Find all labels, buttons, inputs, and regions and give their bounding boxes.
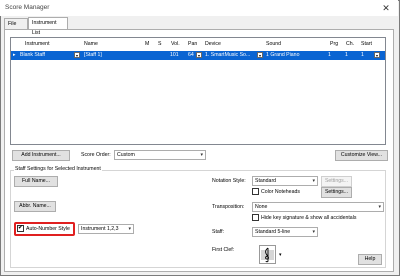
- add-instrument-button[interactable]: Add Instrument...: [12, 150, 70, 161]
- chevron-down-icon: ▾: [378, 204, 381, 210]
- staff-label: Staff:: [212, 229, 225, 235]
- tab-file-info[interactable]: File Info: [4, 18, 28, 37]
- notation-style-select[interactable]: Standard ▾: [252, 176, 318, 186]
- start-dropdown-icon[interactable]: ▾: [374, 52, 380, 58]
- col-sound[interactable]: Sound: [266, 41, 281, 47]
- col-device[interactable]: Device: [205, 41, 221, 47]
- clef-dropdown-icon[interactable]: ▾: [279, 252, 282, 258]
- treble-clef-icon[interactable]: [259, 245, 276, 264]
- color-noteheads-label[interactable]: Color Noteheads: [261, 189, 300, 195]
- sound-dropdown-icon[interactable]: ▾: [257, 52, 263, 58]
- transposition-label: Transposition:: [212, 204, 245, 210]
- hide-key-label[interactable]: Hide key signature & show all accidental…: [261, 215, 356, 221]
- score-order-value: Custom: [117, 152, 135, 158]
- row-device[interactable]: 1. SmartMusic So...: [205, 52, 250, 59]
- first-clef-label: First Clef:: [212, 247, 235, 253]
- chevron-down-icon: ▾: [312, 229, 315, 235]
- tab-instrument-list[interactable]: Instrument List: [28, 17, 68, 36]
- notation-style-value: Standard: [255, 178, 277, 184]
- window-title: Score Manager: [5, 4, 50, 11]
- chevron-down-icon: ▾: [312, 178, 315, 184]
- col-vol[interactable]: Vol.: [171, 41, 180, 47]
- row-prg[interactable]: 1: [328, 52, 331, 59]
- auto-number-checkbox[interactable]: ✔: [17, 225, 24, 232]
- abbr-name-button[interactable]: Abbr. Name...: [14, 201, 56, 212]
- notation-style-label: Notation Style:: [212, 178, 246, 184]
- row-start[interactable]: 1: [361, 52, 364, 59]
- close-icon[interactable]: ✕: [376, 2, 396, 14]
- hide-key-checkbox[interactable]: [252, 214, 259, 221]
- staff-value: Standard 5-line: [255, 229, 291, 235]
- chevron-down-icon: ▾: [200, 152, 203, 158]
- auto-number-value: Instrument 1,2,3: [81, 226, 119, 232]
- score-order-label: Score Order:: [81, 152, 111, 158]
- row-vol[interactable]: 101: [170, 52, 179, 59]
- color-noteheads-checkbox[interactable]: [252, 188, 259, 195]
- chevron-down-icon: ▾: [128, 226, 131, 232]
- transposition-select[interactable]: None ▾: [252, 202, 384, 212]
- notation-settings-button[interactable]: Settings...: [321, 187, 352, 198]
- col-prg[interactable]: Prg: [330, 41, 338, 47]
- title-bar: [0, 0, 398, 16]
- col-m[interactable]: M: [145, 41, 149, 47]
- auto-number-select[interactable]: Instrument 1,2,3 ▾: [78, 224, 134, 234]
- staff-select[interactable]: Standard 5-line ▾: [252, 227, 318, 237]
- row-sound[interactable]: 1 Grand Piano: [266, 52, 299, 59]
- col-ch[interactable]: Ch.: [346, 41, 354, 47]
- name-dropdown-icon[interactable]: ▾: [74, 52, 80, 58]
- row-instrument[interactable]: Blank Staff: [20, 52, 45, 59]
- row-name[interactable]: [Staff 1]: [84, 52, 102, 59]
- row-ch[interactable]: 1: [345, 52, 348, 59]
- col-pan[interactable]: Pan: [188, 41, 197, 47]
- full-name-button[interactable]: Full Name...: [14, 176, 58, 187]
- row-pan[interactable]: 64: [188, 52, 194, 59]
- score-order-select[interactable]: Custom ▾: [114, 150, 206, 160]
- col-start[interactable]: Start: [361, 41, 372, 47]
- auto-number-label[interactable]: Auto-Number Style: [26, 226, 70, 232]
- help-button[interactable]: Help: [358, 254, 382, 265]
- row-marker-icon: ▸: [13, 52, 16, 58]
- customize-view-button[interactable]: Customize View...: [335, 150, 388, 161]
- col-name[interactable]: Name: [84, 41, 98, 47]
- notation-settings-button-disabled: Settings...: [321, 176, 352, 187]
- device-dropdown-icon[interactable]: ▾: [196, 52, 202, 58]
- staff-settings-title: Staff Settings for Selected Instrument: [14, 166, 102, 172]
- transposition-value: None: [255, 204, 268, 210]
- col-s[interactable]: S: [158, 41, 161, 47]
- col-instrument[interactable]: Instrument: [25, 41, 50, 47]
